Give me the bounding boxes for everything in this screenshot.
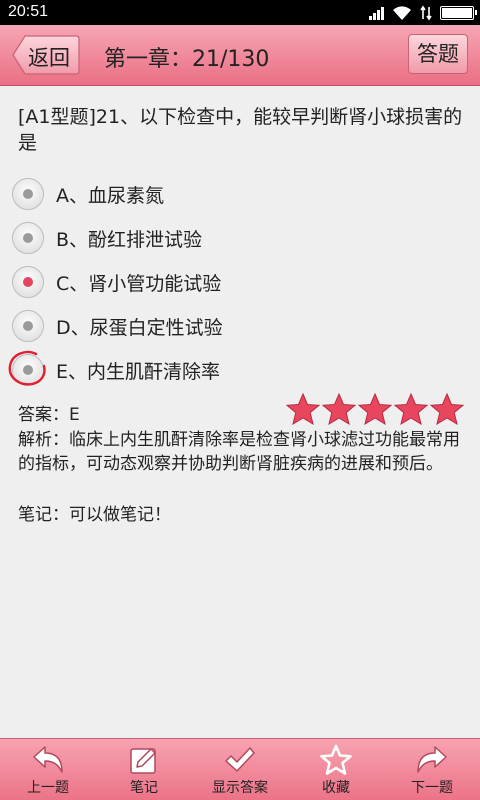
option-d[interactable]: D、尿蛋白定性试验 bbox=[12, 308, 312, 344]
back-button[interactable]: 返回 bbox=[12, 35, 80, 75]
star-icon bbox=[286, 393, 320, 425]
nav-label: 显示答案 bbox=[212, 780, 268, 796]
bottom-nav-bar: 上一题 笔记 显示答案 收藏 下一题 bbox=[0, 738, 480, 800]
answer-mode-button[interactable]: 答题 bbox=[408, 34, 468, 74]
cellular-signal-icon bbox=[369, 6, 384, 20]
analysis-text: 解析：临床上内生肌酐清除率是检查肾小球滤过功能最常用的指标，可动态观察并协助判断… bbox=[18, 430, 460, 474]
radio-button[interactable] bbox=[12, 178, 44, 210]
checkmark-icon bbox=[225, 747, 255, 772]
radio-button-selected[interactable] bbox=[12, 266, 44, 298]
option-label: B、酚红排泄试验 bbox=[56, 229, 203, 251]
battery-icon bbox=[440, 6, 477, 20]
back-button-label: 返回 bbox=[28, 46, 70, 70]
transfer-arrows-icon bbox=[420, 5, 432, 21]
star-icon bbox=[394, 393, 428, 425]
show-answer-button[interactable]: 显示答案 bbox=[192, 739, 288, 800]
redo-arrow-icon bbox=[417, 746, 447, 773]
star-icon bbox=[358, 393, 392, 425]
radio-button[interactable] bbox=[12, 310, 44, 342]
star-outline-icon bbox=[320, 744, 352, 775]
option-c[interactable]: C、肾小管功能试验 bbox=[12, 264, 312, 300]
note-button[interactable]: 笔记 bbox=[96, 739, 192, 800]
edit-note-icon bbox=[130, 748, 156, 774]
difficulty-rating bbox=[286, 393, 466, 425]
option-b[interactable]: B、酚红排泄试验 bbox=[12, 220, 312, 256]
radio-button[interactable] bbox=[12, 222, 44, 254]
wifi-icon bbox=[393, 6, 411, 20]
nav-label: 下一题 bbox=[411, 780, 453, 796]
note-text: 笔记：可以做笔记！ bbox=[18, 505, 171, 525]
star-icon bbox=[322, 393, 356, 425]
undo-arrow-icon bbox=[33, 746, 63, 773]
correct-answer-circle-icon bbox=[8, 350, 46, 386]
nav-label: 上一题 bbox=[27, 780, 69, 796]
option-label: C、肾小管功能试验 bbox=[56, 273, 222, 295]
next-question-button[interactable]: 下一题 bbox=[384, 739, 480, 800]
option-label: D、尿蛋白定性试验 bbox=[56, 317, 223, 339]
question-text: [A1型题]21、以下检查中，能较早判断肾小球损害的是 bbox=[18, 106, 463, 154]
nav-label: 收藏 bbox=[322, 780, 350, 796]
status-icons bbox=[369, 4, 477, 22]
status-bar: 20:51 bbox=[0, 0, 480, 25]
option-a[interactable]: A、血尿素氮 bbox=[12, 176, 312, 212]
option-e[interactable]: E、内生肌酐清除率 bbox=[8, 350, 312, 388]
nav-label: 笔记 bbox=[130, 780, 158, 796]
prev-question-button[interactable]: 上一题 bbox=[0, 739, 96, 800]
option-label: A、血尿素氮 bbox=[56, 185, 164, 207]
status-time: 20:51 bbox=[8, 3, 49, 20]
favorite-button[interactable]: 收藏 bbox=[288, 739, 384, 800]
chapter-progress: 第一章：21/130 bbox=[104, 47, 270, 72]
star-icon bbox=[430, 393, 464, 425]
option-label: E、内生肌酐清除率 bbox=[56, 361, 221, 383]
answer-text: 答案：E bbox=[18, 405, 80, 425]
title-bar: 返回 第一章：21/130 答题 bbox=[0, 25, 480, 86]
